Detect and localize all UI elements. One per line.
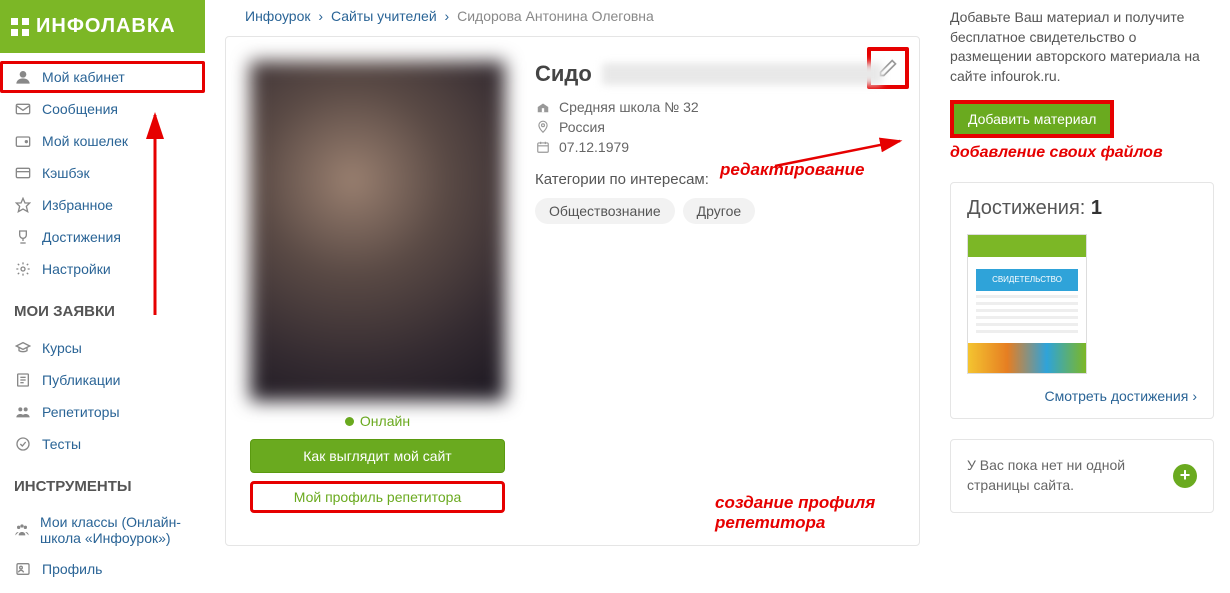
sidebar-item-label: Сообщения bbox=[42, 101, 118, 117]
star-icon bbox=[14, 196, 32, 214]
annotation-edit-label: редактирование bbox=[720, 160, 865, 180]
profile-name: Сидо bbox=[535, 61, 592, 87]
sidebar-item-cabinet[interactable]: Мой кабинет bbox=[0, 61, 205, 93]
breadcrumb-current: Сидорова Антонина Олеговна bbox=[457, 8, 654, 24]
breadcrumb-link-home[interactable]: Инфоурок bbox=[245, 8, 310, 24]
sidebar-item-label: Мой кабинет bbox=[42, 69, 125, 85]
sidebar-item-label: Профиль bbox=[42, 561, 102, 577]
sidebar-item-classes[interactable]: Мои классы (Онлайн-школа «Инфоурок») bbox=[0, 507, 205, 553]
check-icon bbox=[14, 435, 32, 453]
wallet-icon bbox=[14, 132, 32, 150]
preview-site-button[interactable]: Как выглядит мой сайт bbox=[250, 439, 505, 473]
sidebar-item-cashback[interactable]: Кэшбэк bbox=[0, 157, 205, 189]
tutor-profile-button[interactable]: Мой профиль репетитора bbox=[250, 481, 505, 513]
online-dot-icon bbox=[345, 417, 354, 426]
profile-card: Онлайн Как выглядит мой сайт Мой профиль… bbox=[225, 36, 920, 546]
see-achievements-link[interactable]: Смотреть достижения › bbox=[967, 388, 1197, 404]
people-icon bbox=[14, 403, 32, 421]
add-material-button[interactable]: Добавить материал bbox=[950, 100, 1114, 138]
sidebar-item-profile[interactable]: Профиль bbox=[0, 553, 205, 585]
sidebar-item-label: Достижения bbox=[42, 229, 121, 245]
sidebar-item-messages[interactable]: Сообщения bbox=[0, 93, 205, 125]
category-chip[interactable]: Обществознание bbox=[535, 198, 675, 224]
chevron-right-icon: › bbox=[1192, 388, 1197, 404]
sidebar-item-publications[interactable]: Публикации bbox=[0, 364, 205, 396]
profile-name-redacted bbox=[602, 63, 882, 85]
annotation-tutor-label: создание профиля репетитора bbox=[715, 493, 940, 533]
sidebar-item-label: Избранное bbox=[42, 197, 113, 213]
logo[interactable]: ИНФОЛАВКА bbox=[0, 0, 205, 53]
sidebar-item-label: Курсы bbox=[42, 340, 82, 356]
profile-photo bbox=[250, 61, 505, 401]
profile-dob-row: 07.12.1979 bbox=[535, 139, 895, 155]
sidebar-item-label: Мой кошелек bbox=[42, 133, 128, 149]
gear-icon bbox=[14, 260, 32, 278]
graduation-icon bbox=[14, 339, 32, 357]
profile-icon bbox=[14, 560, 32, 578]
profile-country-row: Россия bbox=[535, 119, 895, 135]
sidebar-item-settings[interactable]: Настройки bbox=[0, 253, 205, 285]
sidebar-item-label: Публикации bbox=[42, 372, 120, 388]
online-status: Онлайн bbox=[345, 413, 410, 429]
breadcrumb-link-sites[interactable]: Сайты учителей bbox=[331, 8, 437, 24]
trophy-icon bbox=[14, 228, 32, 246]
no-site-box: У Вас пока нет ни одной страницы сайта. … bbox=[950, 439, 1214, 512]
logo-icon bbox=[10, 17, 30, 37]
breadcrumb: Инфоурок › Сайты учителей › Сидорова Ант… bbox=[225, 0, 920, 32]
annotation-add-files-label: добавление своих файлов bbox=[950, 144, 1214, 162]
document-icon bbox=[14, 371, 32, 389]
category-chip[interactable]: Другое bbox=[683, 198, 755, 224]
card-icon bbox=[14, 164, 32, 182]
promo-text: Добавьте Ваш материал и получите бесплат… bbox=[950, 8, 1214, 86]
add-page-button[interactable]: + bbox=[1173, 464, 1197, 488]
calendar-icon bbox=[535, 140, 551, 154]
sidebar-item-label: Мои классы (Онлайн-школа «Инфоурок») bbox=[40, 514, 191, 546]
sidebar-item-tests[interactable]: Тесты bbox=[0, 428, 205, 460]
logo-text: ИНФОЛАВКА bbox=[36, 15, 176, 38]
achievements-box: Достижения: 1 СВИДЕТЕЛЬСТВО Смотреть дос… bbox=[950, 182, 1214, 419]
school-icon bbox=[535, 100, 551, 114]
profile-school-row: Средняя школа № 32 bbox=[535, 99, 895, 115]
sidebar-item-label: Тесты bbox=[42, 436, 81, 452]
mail-icon bbox=[14, 100, 32, 118]
sidebar-item-wallet[interactable]: Мой кошелек bbox=[0, 125, 205, 157]
sidebar-item-courses[interactable]: Курсы bbox=[0, 332, 205, 364]
pin-icon bbox=[535, 120, 551, 134]
sidebar-item-achievements[interactable]: Достижения bbox=[0, 221, 205, 253]
sidebar-group-title-tools: ИНСТРУМЕНТЫ bbox=[0, 468, 205, 499]
achievements-title: Достижения: 1 bbox=[967, 197, 1197, 220]
sidebar-item-favorites[interactable]: Избранное bbox=[0, 189, 205, 221]
group-icon bbox=[14, 521, 30, 539]
sidebar-item-tutors[interactable]: Репетиторы bbox=[0, 396, 205, 428]
user-icon bbox=[14, 68, 32, 86]
sidebar-group-title-requests: МОИ ЗАЯВКИ bbox=[0, 293, 205, 324]
certificate-thumbnail[interactable]: СВИДЕТЕЛЬСТВО bbox=[967, 234, 1087, 374]
sidebar-item-label: Кэшбэк bbox=[42, 165, 90, 181]
sidebar-item-label: Настройки bbox=[42, 261, 111, 277]
sidebar-item-label: Репетиторы bbox=[42, 404, 120, 420]
